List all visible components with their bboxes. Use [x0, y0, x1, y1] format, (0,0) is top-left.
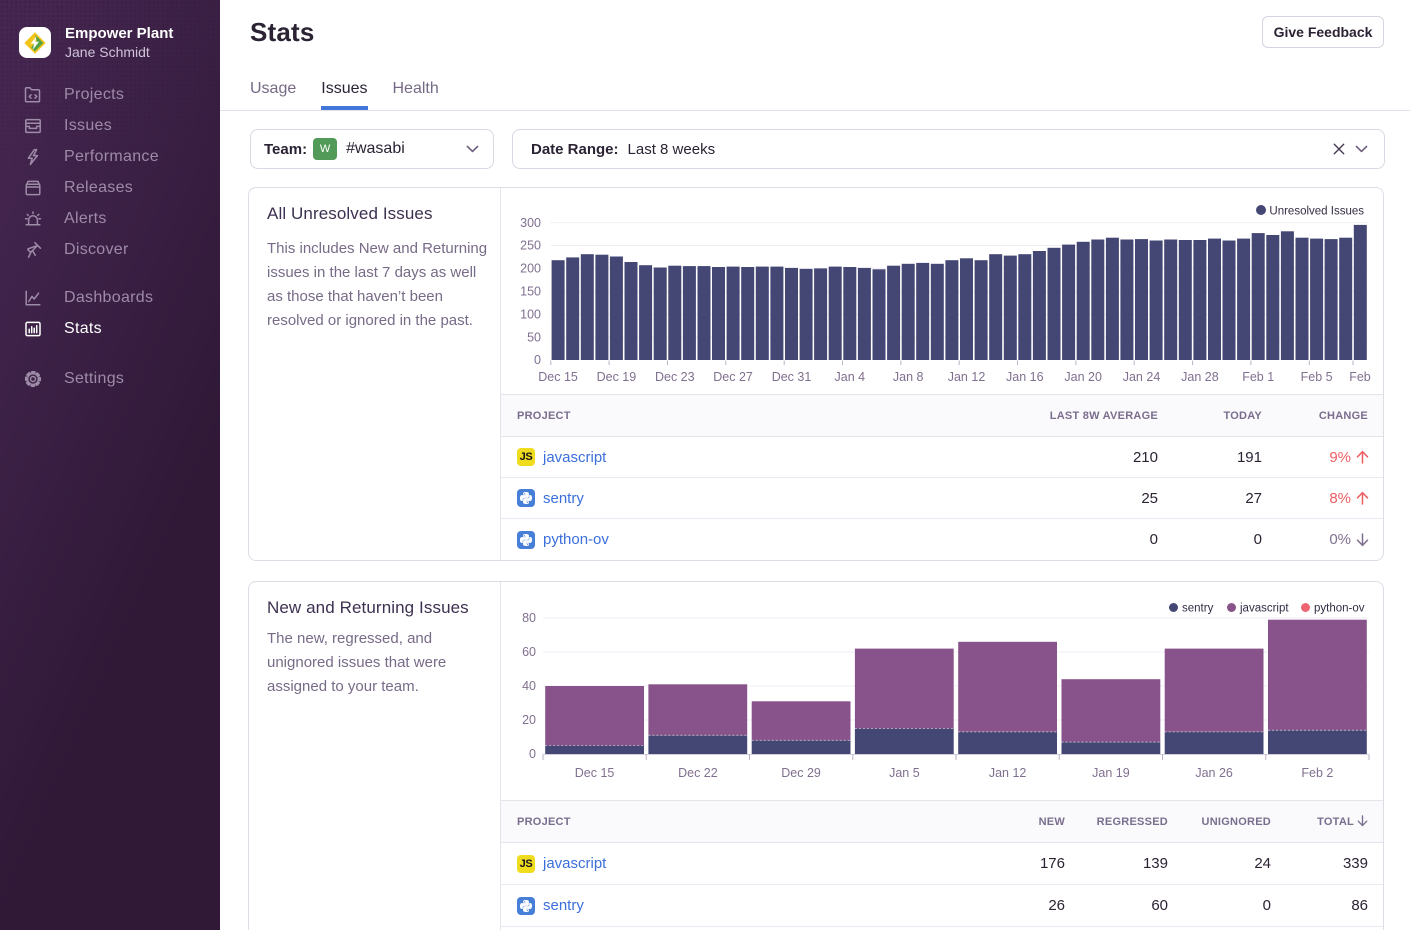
svg-text:Jan 16: Jan 16 — [1006, 370, 1044, 384]
svg-text:Dec 22: Dec 22 — [678, 766, 718, 780]
svg-text:Jan 4: Jan 4 — [835, 370, 866, 384]
svg-text:Jan 28: Jan 28 — [1181, 370, 1219, 384]
svg-text:40: 40 — [522, 679, 536, 693]
svg-text:80: 80 — [522, 611, 536, 625]
svg-text:Dec 27: Dec 27 — [713, 370, 753, 384]
svg-text:Feb 1: Feb 1 — [1242, 370, 1274, 384]
svg-text:Jan 24: Jan 24 — [1123, 370, 1161, 384]
svg-text:Jan 12: Jan 12 — [989, 766, 1027, 780]
svg-text:60: 60 — [522, 645, 536, 659]
svg-text:Dec 15: Dec 15 — [575, 766, 615, 780]
svg-text:Dec 23: Dec 23 — [655, 370, 695, 384]
svg-text:sentry: sentry — [1182, 603, 1214, 615]
svg-text:50: 50 — [527, 330, 541, 344]
svg-text:Jan 19: Jan 19 — [1092, 766, 1130, 780]
svg-text:Feb 2: Feb 2 — [1301, 766, 1333, 780]
svg-text:Dec 15: Dec 15 — [538, 370, 578, 384]
svg-text:Unresolved Issues: Unresolved Issues — [1269, 206, 1364, 218]
svg-text:0: 0 — [529, 747, 536, 761]
svg-text:Feb 5: Feb 5 — [1301, 370, 1333, 384]
svg-text:0: 0 — [534, 353, 541, 367]
svg-text:Jan 20: Jan 20 — [1064, 370, 1102, 384]
svg-text:Dec 31: Dec 31 — [772, 370, 812, 384]
svg-text:Dec 29: Dec 29 — [781, 766, 821, 780]
svg-text:Feb: Feb — [1349, 370, 1371, 384]
svg-text:20: 20 — [522, 713, 536, 727]
svg-text:200: 200 — [520, 262, 541, 276]
svg-text:300: 300 — [520, 216, 541, 230]
svg-text:100: 100 — [520, 307, 541, 321]
svg-text:150: 150 — [520, 285, 541, 299]
svg-text:Dec 19: Dec 19 — [597, 370, 637, 384]
svg-text:250: 250 — [520, 239, 541, 253]
svg-text:Jan 8: Jan 8 — [893, 370, 924, 384]
svg-text:python-ov: python-ov — [1314, 603, 1365, 615]
svg-text:Jan 26: Jan 26 — [1195, 766, 1233, 780]
svg-text:javascript: javascript — [1239, 603, 1289, 615]
svg-text:Jan 12: Jan 12 — [948, 370, 986, 384]
svg-text:Jan 5: Jan 5 — [889, 766, 920, 780]
